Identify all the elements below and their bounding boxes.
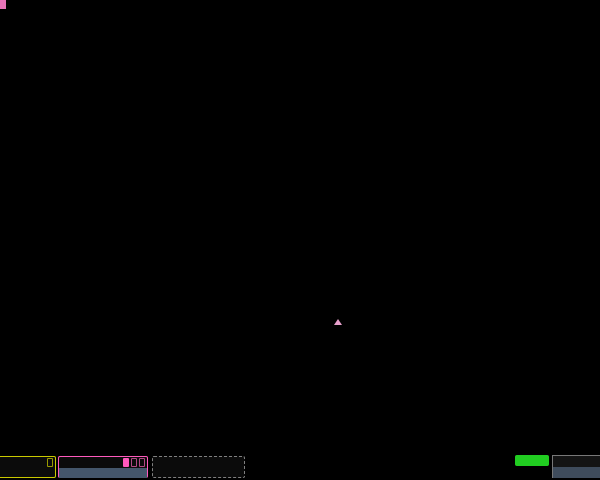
waveform-graticule[interactable]: [0, 0, 600, 334]
time-axis: [0, 318, 600, 334]
timebase-label: [553, 456, 600, 467]
histogram-strip: [0, 424, 600, 458]
add-trace-button[interactable]: [152, 456, 245, 478]
c2-channel-badge: [123, 458, 129, 467]
c1-descriptor-box[interactable]: [0, 456, 56, 478]
timebase-value: [553, 467, 600, 478]
timebase-descriptor-box[interactable]: [552, 455, 600, 478]
c1-offset-value: [0, 468, 55, 478]
trigger-time-marker[interactable]: [334, 319, 342, 325]
trace-label-c2[interactable]: [0, 0, 6, 9]
c1-coupling-tag: [47, 458, 53, 467]
c2-esp-tag: [131, 458, 137, 467]
oscilloscope-screen: [0, 0, 600, 480]
hd-mode-badge[interactable]: [515, 455, 549, 466]
c2-descriptor-box[interactable]: [58, 456, 148, 478]
c2-volts-per-div: [59, 468, 147, 478]
c2-coupling-tag: [139, 458, 145, 467]
